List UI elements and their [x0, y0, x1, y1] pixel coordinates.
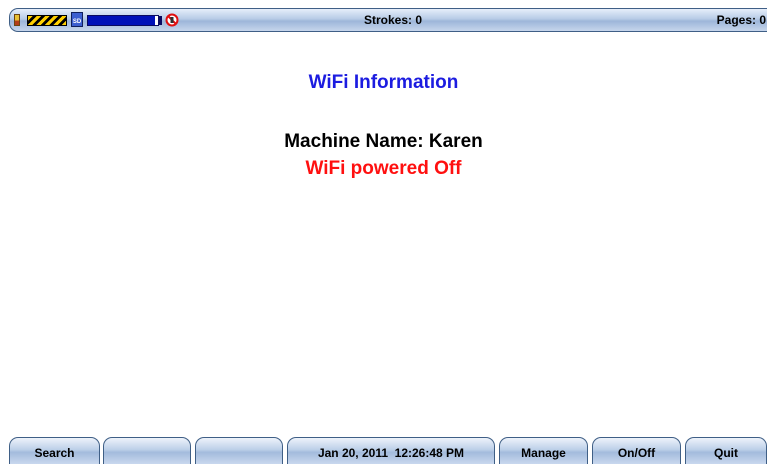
status-bar: SD Strokes: 0 Pages: 0: [9, 8, 767, 32]
quit-button[interactable]: Quit: [685, 437, 767, 464]
storage-progress-bar: [87, 15, 159, 26]
machine-name: Machine Name: Karen: [284, 131, 483, 152]
screen: SD Strokes: 0 Pages: 0 WiFi Information …: [0, 0, 767, 464]
search-button[interactable]: Search: [9, 437, 100, 464]
no-signal-icon: [165, 13, 179, 27]
datetime-display: Jan 20, 2011 12:26:48 PM: [287, 437, 495, 464]
sd-card-icon: SD: [71, 12, 83, 27]
page-title: WiFi Information: [308, 72, 459, 93]
manage-button[interactable]: Manage: [499, 437, 588, 464]
strokes-count: Strokes: 0: [364, 13, 423, 27]
storage-progress-cap: [159, 16, 162, 25]
storage-progress-fill: [88, 16, 155, 25]
softkey-blank-1[interactable]: [103, 437, 191, 464]
battery-icon: [14, 14, 20, 26]
pages-count: Pages: 0: [716, 13, 766, 27]
softkey-blank-2[interactable]: [195, 437, 283, 464]
sd-card-label: SD: [72, 19, 82, 25]
wifi-status-text: WiFi powered Off: [305, 158, 462, 179]
on-off-button[interactable]: On/Off: [592, 437, 681, 464]
hazard-stripe-icon: [27, 15, 67, 26]
